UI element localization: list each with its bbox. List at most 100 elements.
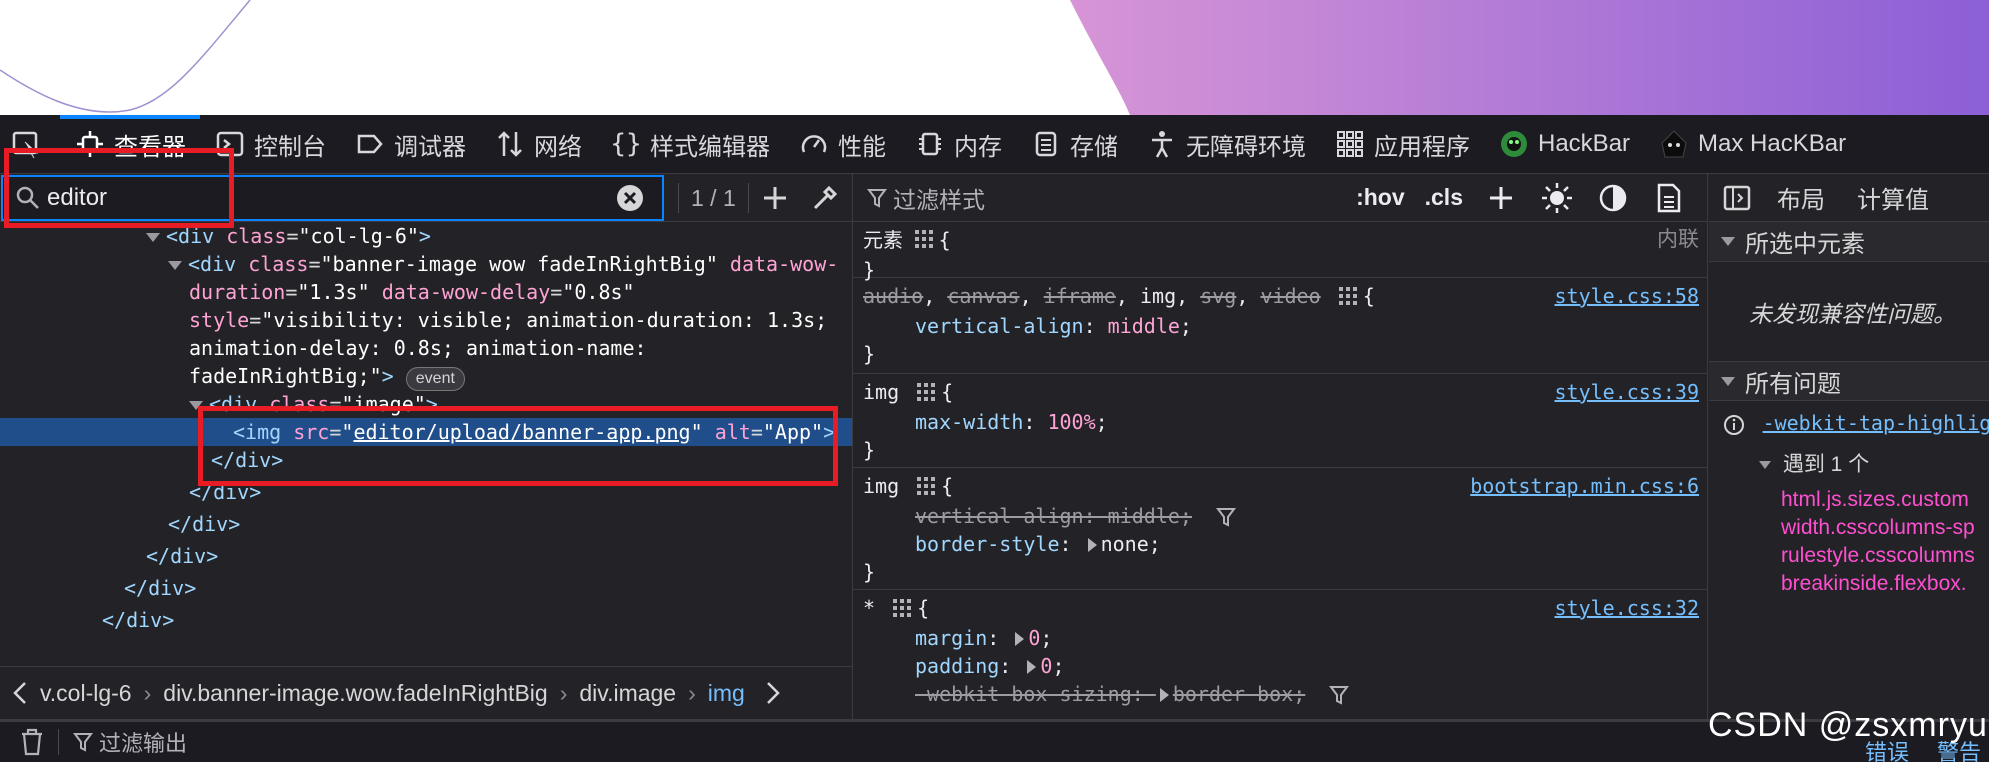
rule-style-css-58: audio, canvas, iframe, img, svg, video {… <box>853 278 1707 374</box>
feature-item: html.js.sizes.custom <box>1781 488 1969 511</box>
tab-style-editor[interactable]: {} 样式编辑器 <box>596 115 784 174</box>
occurrences-label: 遇到 1 个 <box>1782 453 1870 476</box>
expand-shorthand-icon[interactable] <box>1015 632 1025 646</box>
collapse-toggle-icon[interactable] <box>1759 461 1771 470</box>
grid-icon <box>914 228 933 256</box>
feature-item: width.csscolumns-sp <box>1781 516 1975 539</box>
filter-icon <box>73 731 93 753</box>
expand-shorthand-icon[interactable] <box>1087 538 1097 552</box>
print-media-icon[interactable] <box>1651 180 1687 216</box>
element-rule-label: 元素 <box>863 230 903 252</box>
collapse-toggle-icon[interactable] <box>1721 237 1735 246</box>
tab-debugger[interactable]: 调试器 <box>340 115 480 174</box>
expand-shorthand-icon[interactable] <box>1027 660 1037 674</box>
tab-max-hackbar[interactable]: Max HacKBar <box>1644 115 1860 174</box>
issue-link[interactable]: -webkit-tap-highlig <box>1763 411 1989 435</box>
tree-node-banner-image[interactable]: <div class="banner-image wow fadeInRight… <box>0 250 852 278</box>
light-theme-icon[interactable] <box>1539 180 1575 216</box>
img-src-link[interactable]: editor/upload/banner-app.png <box>353 420 690 444</box>
breadcrumb-item[interactable]: div.banner-image.wow.fadeInRightBig <box>157 680 553 707</box>
console-icon <box>214 128 246 160</box>
markup-search-input[interactable] <box>47 183 607 212</box>
tree-node-close: </div> <box>124 576 197 600</box>
tab-layout[interactable]: 布局 <box>1761 180 1841 215</box>
filter-output-field[interactable]: 过滤输出 <box>99 726 187 758</box>
debugger-icon <box>354 128 386 160</box>
tab-application[interactable]: 应用程序 <box>1320 115 1484 174</box>
breadcrumb-item-current[interactable]: img <box>702 680 751 707</box>
tab-performance[interactable]: 性能 <box>784 115 900 174</box>
hackbar-icon <box>1498 128 1530 160</box>
chevron-right-icon[interactable] <box>751 680 793 706</box>
divider <box>747 182 749 213</box>
expand-toggle-icon[interactable] <box>189 401 203 410</box>
tab-computed[interactable]: 计算值 <box>1841 180 1945 215</box>
markup-panel: 1 / 1 <div class="col-lg-6"> <div class=… <box>0 174 853 719</box>
trash-icon[interactable] <box>0 728 58 756</box>
expand-toggle-icon[interactable] <box>168 261 182 270</box>
expand-shorthand-icon[interactable] <box>1159 688 1169 702</box>
occurrences-toggle[interactable]: 遇到 1 个 <box>1709 436 1989 478</box>
tab-console[interactable]: 控制台 <box>200 115 340 174</box>
console-toolbar: 过滤输出 <box>0 719 1989 762</box>
source-link[interactable]: style.css:32 <box>1555 594 1700 622</box>
accessibility-icon <box>1146 128 1178 160</box>
breadcrumb-item[interactable]: div.image <box>573 680 682 707</box>
tab-storage[interactable]: 存储 <box>1016 115 1132 174</box>
tab-network[interactable]: 网络 <box>480 115 596 174</box>
tree-node-close: </div> <box>189 480 262 504</box>
rule-style-css-39: img { style.css:39 max-width: 100%; } <box>853 374 1707 468</box>
collapse-toggle-icon[interactable] <box>1721 376 1735 386</box>
pick-element-button[interactable] <box>0 115 60 174</box>
grid-icon <box>1338 284 1357 312</box>
filter-styles-field[interactable]: 过滤样式 <box>867 181 1356 215</box>
tab-inspector-label: 查看器 <box>114 133 186 161</box>
selected-element-section[interactable]: 所选中元素 <box>1709 222 1989 262</box>
eyedropper-icon[interactable] <box>811 184 839 212</box>
source-link[interactable]: bootstrap.min.css:6 <box>1470 472 1699 500</box>
tree-node-close: </div> <box>168 512 241 536</box>
tree-node-image[interactable]: <div class="image"> <box>0 390 852 418</box>
tab-inspector[interactable]: 查看器 <box>60 114 200 174</box>
add-node-icon[interactable] <box>761 184 789 212</box>
clear-search-icon[interactable] <box>615 183 645 213</box>
rules-toolbar: 过滤样式 :hov .cls <box>853 174 1707 222</box>
tree-node-img-selected[interactable]: <img src="editor/upload/banner-app.png" … <box>0 418 852 446</box>
event-badge[interactable]: event <box>405 367 465 391</box>
all-issues-section[interactable]: 所有问题 <box>1709 361 1989 401</box>
grid-icon <box>893 596 912 624</box>
max-hackbar-icon <box>1658 128 1690 160</box>
tab-memory[interactable]: 内存 <box>900 115 1016 174</box>
tab-storage-label: 存储 <box>1070 133 1118 161</box>
search-icon <box>15 185 41 211</box>
expand-toggle-icon[interactable] <box>146 233 160 242</box>
info-icon <box>1723 414 1745 436</box>
tree-node-col-lg-6[interactable]: <div class="col-lg-6"> <box>0 222 852 250</box>
tree-node-close: </div> <box>146 544 219 568</box>
breadcrumb-item[interactable]: v.col-lg-6 <box>34 680 138 707</box>
section-title: 所有问题 <box>1745 370 1841 398</box>
chevron-left-icon[interactable] <box>0 680 34 706</box>
source-link[interactable]: style.css:39 <box>1555 378 1700 406</box>
devtools-toolbar: 查看器 控制台 调试器 网络 {} 样式编辑器 性能 内存 存储 无障碍环境 应… <box>0 114 1989 174</box>
add-rule-icon[interactable] <box>1483 180 1519 216</box>
breadcrumb-separator-icon: › <box>688 679 696 706</box>
filter-styles-placeholder: 过滤样式 <box>893 186 985 213</box>
tab-accessibility[interactable]: 无障碍环境 <box>1132 115 1320 174</box>
watermark: CSDN @zsxmryu <box>1708 706 1988 744</box>
inspector-icon <box>74 128 106 160</box>
dark-theme-icon[interactable] <box>1595 180 1631 216</box>
grid-icon <box>917 474 936 502</box>
tab-hackbar[interactable]: HackBar <box>1484 115 1644 174</box>
filter-icon[interactable] <box>1329 684 1350 706</box>
grid-icon <box>917 380 936 408</box>
toggle-sidebar-icon[interactable] <box>1709 185 1761 211</box>
cls-toggle-button[interactable]: .cls <box>1425 184 1463 211</box>
filter-icon[interactable] <box>1216 506 1237 528</box>
breadcrumb-separator-icon: › <box>559 679 568 706</box>
no-compat-issues-message: 未发现兼容性问题。 <box>1749 300 1956 327</box>
source-link[interactable]: style.css:58 <box>1555 282 1700 310</box>
tab-accessibility-label: 无障碍环境 <box>1186 133 1306 161</box>
hov-toggle-button[interactable]: :hov <box>1356 184 1405 211</box>
issue-item: -webkit-tap-highlig <box>1709 401 1989 436</box>
